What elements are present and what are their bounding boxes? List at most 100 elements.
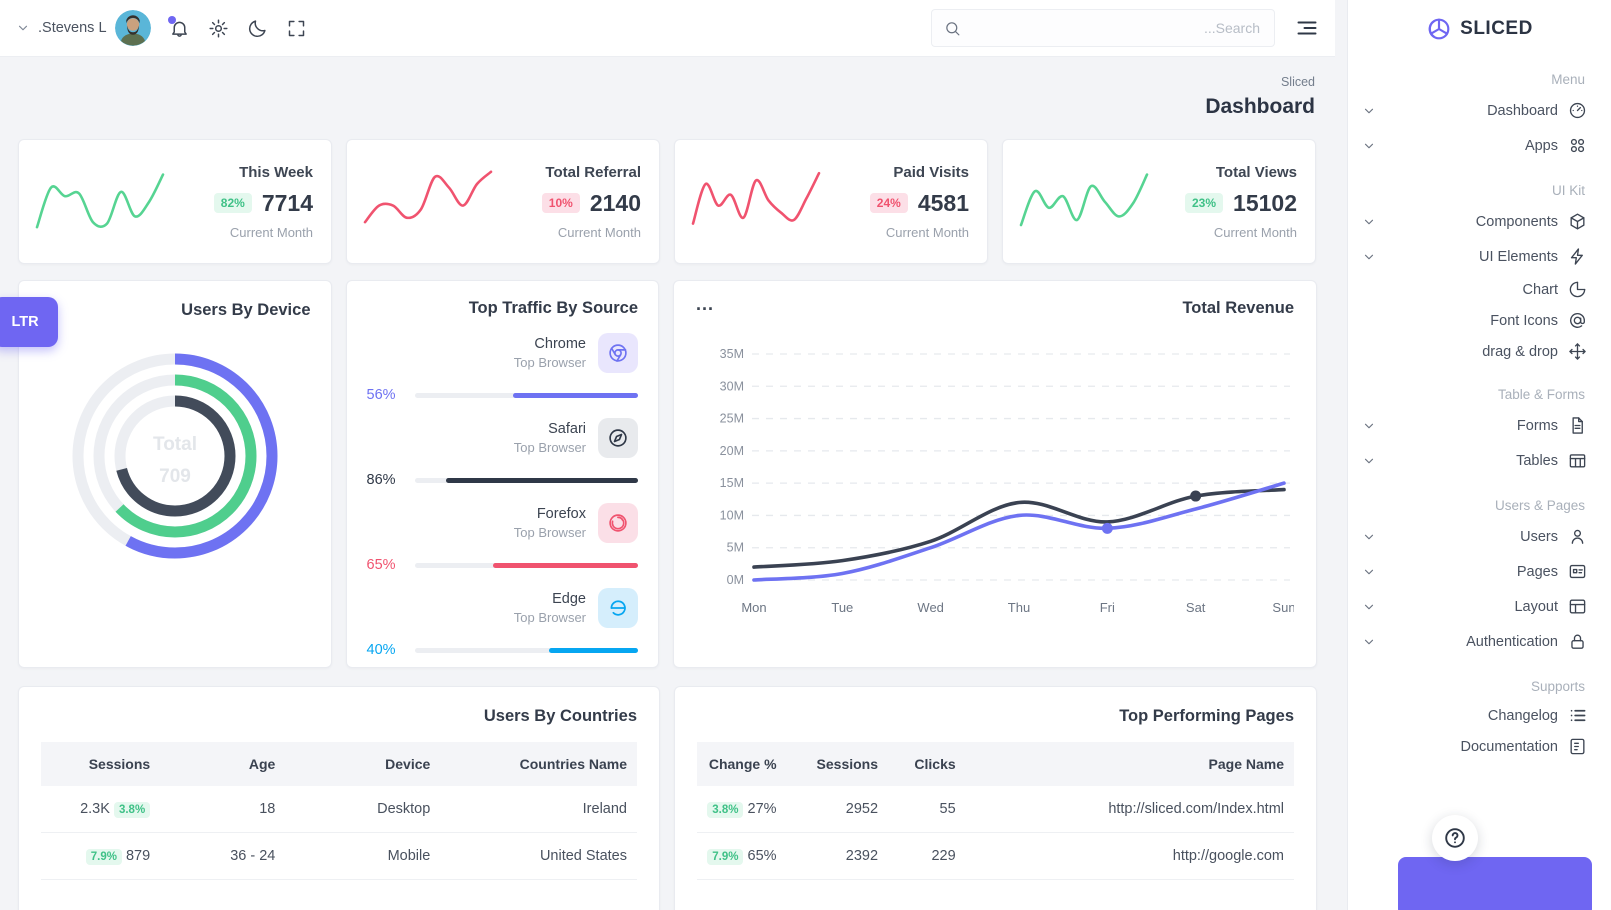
stat-badge: 10%	[542, 193, 580, 213]
svg-text:5M: 5M	[727, 541, 744, 555]
menu-icon[interactable]	[1295, 16, 1319, 40]
table-icon	[1568, 451, 1587, 470]
brand-logo[interactable]: SLICED	[1348, 0, 1611, 58]
browser-name: Safari	[514, 421, 586, 437]
stat-card-paid-visits: Paid Visits 24% 4581 Current Month	[674, 139, 988, 264]
stat-badge: 24%	[870, 193, 908, 213]
sidebar-item-apps[interactable]: Apps	[1362, 128, 1587, 163]
search-icon	[944, 20, 961, 37]
buy-now-button[interactable]	[1398, 857, 1592, 910]
page-url: http://google.com	[966, 833, 1294, 880]
sidebar-item-documentation[interactable]: Documentation	[1362, 731, 1587, 762]
column-header: Clicks	[888, 742, 966, 786]
traffic-item-chrome: Chrome Top Browser 56%	[367, 333, 639, 403]
bell-icon[interactable]	[169, 18, 190, 39]
layout-icon	[1568, 597, 1587, 616]
sidebar-item-dashboard[interactable]: Dashboard	[1362, 93, 1587, 128]
avatar[interactable]	[115, 10, 151, 46]
sidebar-item-components[interactable]: Components	[1362, 204, 1587, 239]
browser-name: Edge	[514, 591, 586, 607]
sidebar-item-label: Font Icons	[1490, 313, 1558, 329]
sidebar-item-tables[interactable]: Tables	[1362, 443, 1587, 478]
spacer	[1362, 740, 1376, 754]
sidebar-item-label: Chart	[1523, 282, 1558, 298]
sidebar-section-label: UI Kit	[1362, 183, 1585, 198]
chevron-down-icon	[1362, 635, 1376, 649]
sidebar-item-layout[interactable]: Layout	[1362, 589, 1587, 624]
list-icon	[1568, 706, 1587, 725]
svg-text:Thu: Thu	[1008, 600, 1030, 615]
sidebar-section-label: Supports	[1362, 679, 1585, 694]
sidebar-item-label: UI Elements	[1479, 249, 1558, 265]
traffic-item-firefox: Forefox Top Browser 65%	[367, 503, 639, 573]
browser-sub: Top Browser	[514, 440, 586, 455]
lock-icon	[1568, 632, 1587, 651]
table-row[interactable]: 7.9% 65% 2392 229 http://google.com	[697, 833, 1294, 880]
brand-name: SLICED	[1460, 18, 1533, 40]
stat-card-this-week: This Week 82% 7714 Current Month	[18, 139, 332, 264]
card-options-button[interactable]: ...	[696, 299, 714, 309]
table-row[interactable]: 7.9% 879 36 - 24 Mobile United States	[41, 833, 637, 880]
moon-icon[interactable]	[247, 18, 268, 39]
gauge-icon	[1568, 101, 1587, 120]
chevron-down-icon	[1362, 530, 1376, 544]
sidebar-item-font-icons[interactable]: Font Icons	[1362, 305, 1587, 336]
spacer	[1362, 345, 1376, 359]
sidebar-item-label: Apps	[1525, 138, 1558, 154]
sparkline-chart	[1013, 158, 1155, 246]
svg-text:Tue: Tue	[831, 600, 853, 615]
users-by-device-card: Users By Device Total709	[18, 280, 332, 668]
fullscreen-icon[interactable]	[286, 18, 307, 39]
page-url: http://sliced.com/Index.html	[966, 786, 1294, 833]
chevron-down-icon	[1362, 215, 1376, 229]
progress-bar	[415, 648, 639, 653]
gear-icon[interactable]	[208, 18, 229, 39]
sidebar-item-authentication[interactable]: Authentication	[1362, 624, 1587, 659]
column-header: Sessions	[787, 742, 888, 786]
sidebar-item-drag-drop[interactable]: drag & drop	[1362, 336, 1587, 367]
sparkline-chart	[685, 158, 827, 246]
sidebar-item-users[interactable]: Users	[1362, 519, 1587, 554]
doc-icon	[1568, 737, 1587, 756]
sidebar-item-chart[interactable]: Chart	[1362, 274, 1587, 305]
column-header: Age	[160, 742, 285, 786]
card-title: Top Traffic By Source	[367, 299, 639, 318]
table-header-row: Change % Sessions Clicks Page Name	[697, 742, 1294, 786]
stat-value: 15102	[1233, 190, 1297, 217]
card-title: Total Revenue	[1182, 299, 1294, 318]
sidebar-item-label: Layout	[1514, 599, 1558, 615]
stat-title: Total Referral	[542, 164, 641, 181]
sidebar-item-pages[interactable]: Pages	[1362, 554, 1587, 589]
sliced-logo-icon	[1426, 16, 1452, 42]
edge-icon	[598, 588, 638, 628]
svg-text:15M: 15M	[720, 476, 744, 490]
stat-badge: 23%	[1185, 193, 1223, 213]
table-row[interactable]: 3.8% 27% 2952 55 http://sliced.com/Index…	[697, 786, 1294, 833]
sidebar-item-label: drag & drop	[1482, 344, 1558, 360]
table-row[interactable]: 2.3K 3.8% 18 Desktop Ireland	[41, 786, 637, 833]
user-name: .Stevens L	[38, 20, 107, 36]
sidebar-item-changelog[interactable]: Changelog	[1362, 700, 1587, 731]
cube-icon	[1568, 212, 1587, 231]
svg-text:709: 709	[159, 466, 191, 487]
sidebar: SLICED MenuDashboardAppsUI KitComponents…	[1347, 0, 1611, 910]
column-header: Device	[285, 742, 440, 786]
charts-row: Users By Device Total709 Top Traffic By …	[18, 280, 1317, 668]
ltr-toggle-button[interactable]: LTR	[0, 297, 58, 347]
stat-caption: Current Month	[870, 225, 969, 240]
svg-text:Sun: Sun	[1272, 600, 1294, 615]
help-button[interactable]	[1432, 815, 1478, 861]
stat-value: 7714	[262, 190, 313, 217]
stat-caption: Current Month	[1185, 225, 1297, 240]
search-input[interactable]	[969, 19, 1262, 37]
svg-text:25M: 25M	[720, 412, 744, 426]
svg-text:10M: 10M	[720, 508, 744, 522]
user-menu[interactable]: .Stevens L	[16, 10, 151, 46]
sidebar-item-forms[interactable]: Forms	[1362, 408, 1587, 443]
chevron-down-icon	[1362, 565, 1376, 579]
traffic-by-source-card: Top Traffic By Source Chrome Top Browser…	[346, 280, 660, 668]
sparkline-chart	[29, 158, 171, 246]
svg-text:Total: Total	[153, 434, 197, 455]
chevron-down-icon	[1362, 454, 1376, 468]
sidebar-item-ui-elements[interactable]: UI Elements	[1362, 239, 1587, 274]
